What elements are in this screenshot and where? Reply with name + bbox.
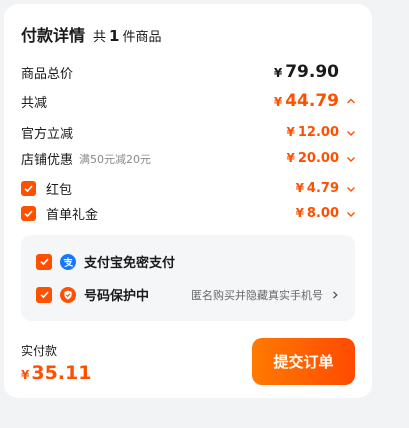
page-title: 付款详情 [21, 26, 86, 45]
total-discount-label: 共减 [21, 95, 48, 111]
alipay-icon [60, 253, 76, 270]
chevron-down-icon[interactable] [344, 126, 358, 140]
alipay-password-free-label: 支付宝免密支付 [84, 256, 176, 271]
payment-details-card: 付款详情 共 1 件商品 商品总价 ¥79.90 共减 ¥44.79 官方立减 ¥1… [4, 4, 372, 398]
submit-order-button[interactable]: 提交订单 [252, 338, 355, 385]
shop-discount-note: 满50元减20元 [79, 152, 152, 166]
number-protection-row[interactable]: 号码保护中 匿名购买并隐藏真实手机号 [36, 285, 341, 304]
total-discount-amount: ¥44.79 [274, 91, 358, 111]
chevron-right-icon[interactable] [329, 289, 341, 301]
total-price-amount: ¥79.90 [273, 62, 339, 82]
red-packet-row[interactable]: 红包 ¥4.79 [21, 179, 358, 198]
first-order-gift-amount: ¥8.00 [296, 206, 358, 221]
red-packet-label: 红包 [46, 183, 73, 198]
number-protection-label: 号码保护中 [84, 289, 150, 304]
chevron-down-icon[interactable] [344, 207, 358, 221]
number-protection-description: 匿名购买并隐藏真实手机号 [191, 288, 323, 302]
services-panel: 支付宝免密支付 号码保护中 匿名购买并隐藏真实手机号 [21, 235, 355, 321]
first-order-gift-label: 首单礼金 [46, 208, 99, 223]
chevron-down-icon[interactable] [344, 182, 358, 196]
shop-discount-label: 店铺优惠 [21, 153, 74, 168]
paid-amount-value: ¥35.11 [21, 362, 92, 384]
alipay-password-free-checkbox[interactable] [36, 253, 52, 270]
shop-discount-amount: ¥20.00 [287, 151, 358, 166]
total-price-label: 商品总价 [21, 66, 74, 82]
official-discount-row[interactable]: 官方立减 ¥12.00 [21, 123, 358, 142]
official-discount-label: 官方立减 [21, 127, 74, 142]
total-price-row: 商品总价 ¥79.90 [21, 62, 358, 82]
item-count: 共 1 件商品 [93, 27, 162, 45]
first-order-gift-row[interactable]: 首单礼金 ¥8.00 [21, 204, 358, 223]
chevron-down-icon[interactable] [344, 152, 358, 166]
chevron-up-icon[interactable] [344, 94, 358, 108]
red-packet-checkbox[interactable] [21, 181, 36, 196]
paid-amount-label: 实付款 [21, 344, 58, 358]
red-packet-amount: ¥4.79 [296, 181, 358, 196]
alipay-password-free-row[interactable]: 支付宝免密支付 [36, 252, 341, 271]
payment-details-header: 付款详情 共 1 件商品 [21, 22, 161, 46]
total-discount-row[interactable]: 共减 ¥44.79 [21, 91, 358, 111]
official-discount-amount: ¥12.00 [287, 125, 358, 140]
number-protection-checkbox[interactable] [36, 286, 52, 303]
shield-icon [60, 286, 76, 303]
shop-discount-row[interactable]: 店铺优惠 满50元减20元 ¥20.00 [21, 149, 358, 168]
paid-amount-block: 实付款 ¥35.11 [21, 342, 91, 384]
first-order-gift-checkbox[interactable] [21, 206, 36, 221]
